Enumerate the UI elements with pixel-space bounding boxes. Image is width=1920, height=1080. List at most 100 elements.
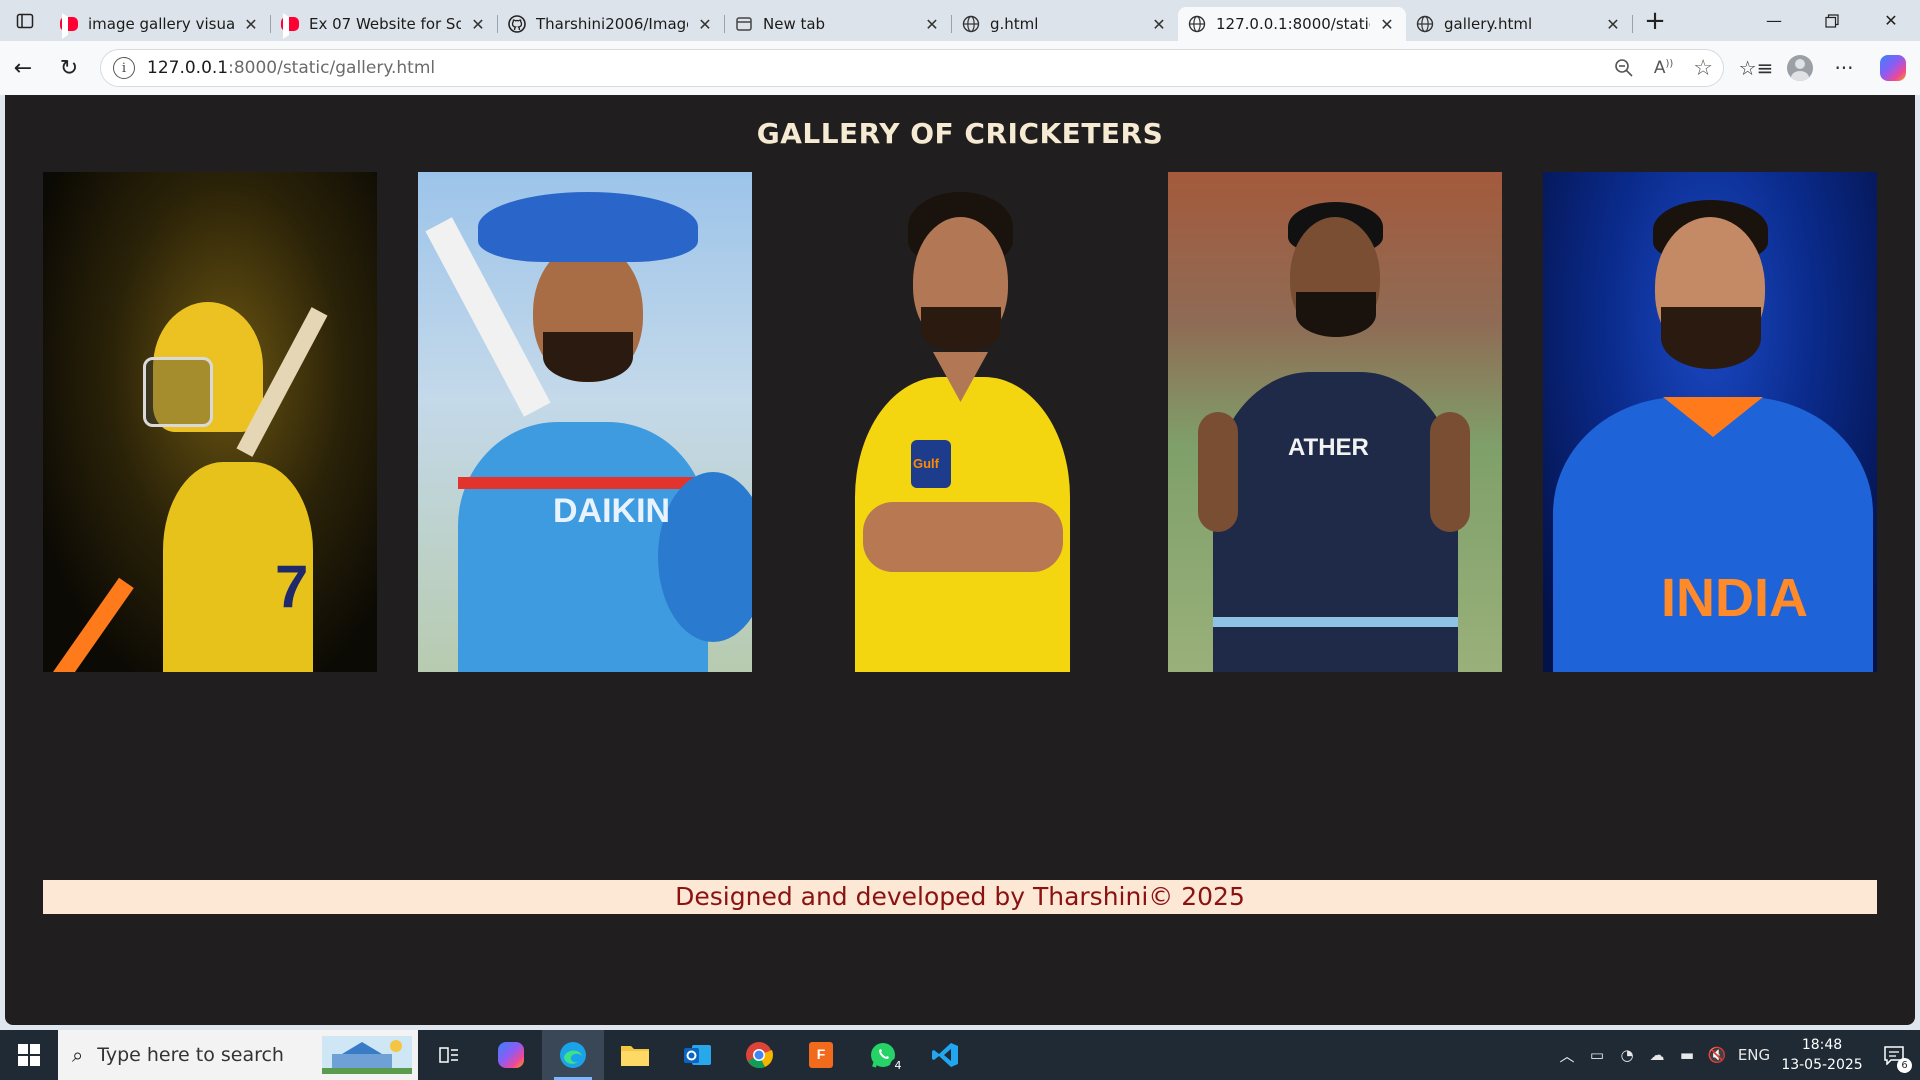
newtab-icon — [735, 15, 753, 33]
tab-1[interactable]: image gallery visual stu ✕ — [50, 7, 270, 41]
globe-icon — [962, 15, 980, 33]
address-bar[interactable]: i 127.0.0.1:8000/static/gallery.html A))… — [100, 49, 1724, 87]
vscode-icon — [932, 1043, 958, 1067]
windows-taskbar: ⌕ Type here to search F 4 ︿ ▭ ◔ ☁ ▬ 🔇 EN… — [0, 1030, 1920, 1080]
avatar — [1787, 55, 1813, 81]
tab-2[interactable]: Ex 07 Website for Softw ✕ — [271, 7, 497, 41]
tab-7[interactable]: gallery.html ✕ — [1406, 7, 1632, 41]
hat-shape — [478, 192, 698, 262]
tab-5[interactable]: g.html ✕ — [952, 7, 1178, 41]
close-window-button[interactable]: ✕ — [1862, 0, 1920, 41]
url-host: 127.0.0.1 — [147, 58, 229, 78]
github-icon — [508, 15, 526, 33]
favorites-button[interactable]: ☆≡ — [1734, 48, 1778, 88]
youtube-icon — [60, 15, 78, 33]
restore-button[interactable] — [1803, 0, 1861, 41]
minimize-button[interactable]: — — [1745, 0, 1803, 41]
profile-button[interactable] — [1778, 48, 1822, 88]
jersey-number: 7 — [275, 553, 309, 620]
gallery-photo-2[interactable]: DAIKIN — [418, 172, 752, 672]
tab-close-icon[interactable]: ✕ — [1604, 15, 1622, 34]
read-aloud-icon[interactable]: A)) — [1654, 58, 1673, 78]
search-highlight-art-icon — [322, 1036, 412, 1074]
taskbar-whatsapp[interactable]: 4 — [852, 1030, 914, 1080]
tab-actions-icon — [16, 13, 34, 28]
back-button[interactable]: ← — [0, 48, 46, 88]
tab-close-icon[interactable]: ✕ — [242, 15, 260, 34]
back-arrow-icon: ← — [13, 55, 33, 81]
taskbar-vscode[interactable] — [914, 1030, 976, 1080]
gallery-photo-5[interactable]: INDIA — [1543, 172, 1877, 672]
page-title: GALLERY OF CRICKETERS — [756, 117, 1164, 150]
youtube-icon — [281, 15, 299, 33]
language-indicator[interactable]: ENG — [1732, 1046, 1776, 1064]
taskbar-copilot[interactable] — [480, 1030, 542, 1080]
jersey-print: INDIA — [1661, 568, 1808, 628]
globe-icon — [1416, 15, 1434, 33]
zoom-icon[interactable] — [1614, 58, 1634, 78]
refresh-button[interactable]: ↻ — [46, 48, 92, 88]
edge-icon — [560, 1042, 586, 1068]
beard-shape — [921, 307, 1001, 352]
more-button[interactable]: ··· — [1822, 48, 1866, 88]
notification-center-button[interactable]: 6 — [1868, 1030, 1920, 1080]
jersey-shape — [1213, 372, 1458, 672]
tab-close-icon[interactable]: ✕ — [696, 15, 714, 34]
show-hidden-icons-icon[interactable]: ︿ — [1552, 1045, 1582, 1066]
search-placeholder: Type here to search — [97, 1044, 284, 1066]
tab-close-icon[interactable]: ✕ — [1150, 15, 1168, 34]
left-arm-shape — [1198, 412, 1238, 532]
helmet-grille-shape — [143, 357, 213, 427]
taskbar-file-explorer[interactable] — [604, 1030, 666, 1080]
restore-icon — [1825, 13, 1839, 28]
copilot-icon — [1880, 55, 1906, 81]
tab-title: 127.0.0.1:8000/static/g — [1216, 15, 1370, 33]
start-button[interactable] — [0, 1030, 58, 1080]
gallery-photo-1[interactable]: 7 — [43, 172, 377, 672]
page-footer: Designed and developed by Tharshini© 202… — [43, 880, 1877, 914]
beard-shape — [1661, 307, 1761, 369]
tab-3[interactable]: Tharshini2006/Image_( ✕ — [498, 7, 724, 41]
taskbar-outlook[interactable] — [666, 1030, 728, 1080]
tab-title: New tab — [763, 15, 826, 33]
taskbar-search[interactable]: ⌕ Type here to search — [58, 1030, 418, 1080]
bat-handle-shape — [50, 577, 134, 672]
tab-close-icon[interactable]: ✕ — [923, 15, 941, 34]
system-tray: ︿ ▭ ◔ ☁ ▬ 🔇 ENG 18:48 13-05-2025 6 — [1552, 1030, 1920, 1080]
tab-title: Tharshini2006/Image_( — [536, 15, 688, 33]
right-arm-shape — [1430, 412, 1470, 532]
gallery-photo-3[interactable]: Gulf — [793, 172, 1127, 672]
beard-shape — [1296, 292, 1376, 337]
tab-6-active[interactable]: 127.0.0.1:8000/static/g ✕ — [1178, 7, 1406, 41]
copilot-button[interactable] — [1866, 48, 1920, 88]
task-view-button[interactable] — [418, 1030, 480, 1080]
tab-close-icon[interactable]: ✕ — [1378, 15, 1396, 34]
jersey-print: ATHER — [1288, 434, 1369, 461]
onedrive-icon[interactable]: ☁ — [1642, 1046, 1672, 1064]
favorite-star-icon[interactable]: ☆ — [1693, 56, 1713, 81]
network-icon[interactable]: ◔ — [1612, 1046, 1642, 1064]
more-icon: ··· — [1834, 56, 1854, 80]
clock[interactable]: 18:48 13-05-2025 — [1776, 1035, 1868, 1075]
gallery-photo-4[interactable]: ATHER — [1168, 172, 1502, 672]
new-tab-button[interactable]: + — [1633, 0, 1677, 41]
refresh-icon: ↻ — [59, 55, 79, 81]
taskbar-chrome[interactable] — [728, 1030, 790, 1080]
tab-title: image gallery visual stu — [88, 15, 234, 33]
battery-icon[interactable]: ▬ — [1672, 1046, 1702, 1064]
plus-icon: + — [1644, 5, 1666, 36]
taskbar-edge[interactable] — [542, 1030, 604, 1080]
clock-date: 13-05-2025 — [1781, 1057, 1863, 1073]
whatsapp-badge: 4 — [890, 1058, 906, 1074]
site-info-icon[interactable]: i — [113, 57, 135, 79]
taskbar-fusion-app[interactable]: F — [790, 1030, 852, 1080]
tab-strip: image gallery visual stu ✕ Ex 07 Website… — [0, 0, 1920, 41]
tab-actions-button[interactable] — [0, 0, 50, 41]
notification-count-badge: 6 — [1897, 1058, 1912, 1073]
meet-now-icon[interactable]: ▭ — [1582, 1046, 1612, 1064]
volume-muted-icon[interactable]: 🔇 — [1702, 1046, 1732, 1064]
folder-icon — [621, 1046, 649, 1066]
tab-close-icon[interactable]: ✕ — [469, 15, 487, 34]
tab-4[interactable]: New tab ✕ — [725, 7, 951, 41]
jersey-stripe-shape — [458, 477, 718, 489]
